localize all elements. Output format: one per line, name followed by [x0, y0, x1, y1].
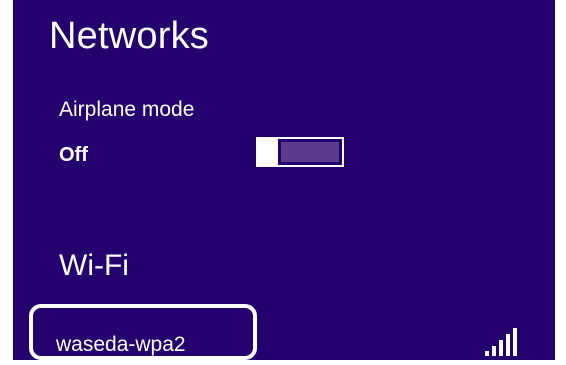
networks-panel: Networks Airplane mode Off Wi-Fi waseda-…	[13, 0, 555, 360]
toggle-thumb	[258, 139, 278, 165]
airplane-mode-label: Airplane mode	[59, 98, 195, 121]
signal-strength-icon	[485, 328, 517, 356]
network-item-waseda-wpa2[interactable]: waseda-wpa2	[29, 304, 554, 360]
wifi-heading: Wi-Fi	[59, 249, 129, 282]
airplane-mode-state: Off	[59, 144, 88, 166]
toggle-track	[281, 142, 339, 162]
page-title: Networks	[49, 15, 209, 57]
airplane-mode-toggle[interactable]	[256, 137, 344, 167]
network-name: waseda-wpa2	[56, 333, 186, 356]
